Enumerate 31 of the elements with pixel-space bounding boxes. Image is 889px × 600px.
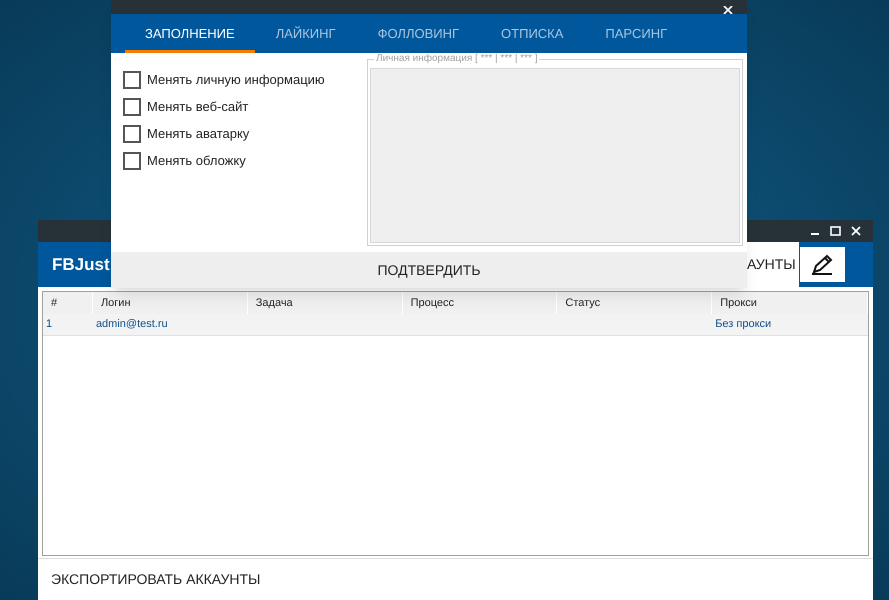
tab[interactable]: ПАРСИНГ — [584, 14, 688, 53]
close-icon[interactable] — [851, 226, 861, 236]
confirm-button[interactable]: ПОДТВЕРДИТЬ — [111, 252, 747, 288]
edit-button[interactable] — [800, 247, 845, 282]
checkbox[interactable] — [123, 70, 141, 88]
tab[interactable]: ФОЛЛОВИНГ — [356, 14, 480, 53]
checkbox-label: Менять веб-сайт — [147, 98, 248, 116]
column-header[interactable]: Статус — [565, 294, 600, 312]
app-title: FBJust — [52, 254, 110, 276]
column-header[interactable]: Процесс — [410, 294, 454, 312]
accounts-tab[interactable]: АУНТЫ — [747, 242, 799, 287]
close-icon[interactable] — [723, 6, 733, 14]
column-header[interactable]: # — [51, 294, 58, 312]
table-row[interactable]: 1 admin@test.ru Без прокси — [43, 314, 868, 336]
column-header[interactable]: Прокси — [720, 294, 757, 312]
maximize-icon[interactable] — [830, 226, 841, 236]
table-cell-text: admin@test.ru — [96, 317, 168, 332]
tab[interactable]: ЛАЙКИНГ — [254, 14, 357, 53]
tab[interactable]: ЗАПОЛНЕНИЕ — [125, 14, 255, 53]
table-cell-text: 1 — [46, 317, 52, 332]
column-header[interactable]: Задача — [256, 294, 293, 312]
table-cell-text: Без прокси — [715, 317, 772, 332]
checkbox[interactable] — [123, 124, 141, 142]
checkbox[interactable] — [123, 98, 141, 116]
checkbox[interactable] — [123, 152, 141, 170]
group-title: Личная информация [ *** | *** | *** ] — [374, 53, 540, 65]
column-header[interactable]: Логин — [100, 294, 131, 312]
tab[interactable]: ОТПИСКА — [480, 14, 584, 53]
checkbox-label: Менять личную информацию — [147, 70, 325, 89]
checkbox-label: Менять обложку — [147, 152, 246, 170]
checkbox-label: Менять аватарку — [147, 124, 250, 143]
